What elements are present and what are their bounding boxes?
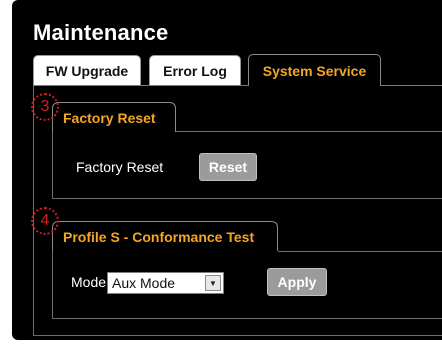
tab-fw-upgrade[interactable]: FW Upgrade xyxy=(33,55,141,85)
mode-select-value: Aux Mode xyxy=(112,275,176,291)
conformance-header-line xyxy=(278,251,442,252)
factory-reset-section-title: Factory Reset xyxy=(52,102,176,132)
apply-button[interactable]: Apply xyxy=(267,268,327,296)
chevron-down-icon[interactable]: ▼ xyxy=(205,275,221,291)
callout-marker-4: 4 xyxy=(31,207,59,235)
reset-button[interactable]: Reset xyxy=(199,153,257,181)
page-title: Maintenance xyxy=(33,20,169,45)
mode-label: Mode xyxy=(71,274,107,290)
factory-reset-header-line xyxy=(176,131,442,132)
tab-error-log[interactable]: Error Log xyxy=(149,55,241,85)
mode-select[interactable]: Aux Mode ▼ xyxy=(107,272,224,294)
factory-reset-label: Factory Reset xyxy=(76,159,164,175)
tab-system-service[interactable]: System Service xyxy=(248,54,381,86)
conformance-test-section-title: Profile S - Conformance Test xyxy=(52,221,278,251)
callout-marker-3: 3 xyxy=(31,93,59,121)
